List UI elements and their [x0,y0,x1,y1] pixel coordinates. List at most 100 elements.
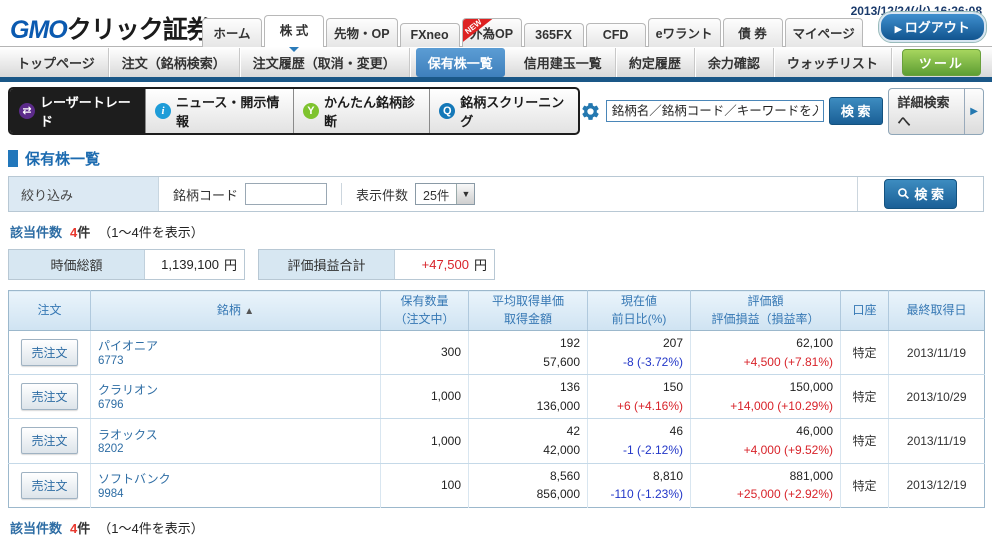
sell-order-button[interactable]: 売注文 [21,472,77,499]
magnifier-icon: Q [439,103,455,119]
page-title: 保有株一覧 [8,148,984,169]
stock-name-link[interactable]: クラリオン [98,382,373,399]
filter-label: 絞り込み [9,177,159,211]
account-type: 特定 [841,463,889,507]
header-valuation: 評価額評価損益（損益率） [691,291,841,331]
tab-fxneo[interactable]: FXneo [400,23,460,47]
market-value-box: 時価総額 1,139,100円 [8,249,245,280]
last-acquired-date: 2013/10/29 [889,375,985,419]
profit-loss: +4,000 (+9.52%) [698,441,833,460]
valuation: 150,000 [698,378,833,397]
last-acquired-date: 2013/11/19 [889,331,985,375]
tab-cfd[interactable]: CFD [586,23,646,47]
tab-gaitame-op[interactable]: NEW外為OP [462,18,522,47]
logout-button[interactable]: ▶ログアウト [879,12,986,42]
acq-amount: 136,000 [476,397,580,416]
stock-name-link[interactable]: ソフトバンク [98,471,373,488]
header-current: 現在値前日比(%) [588,291,691,331]
total-pl-box: 評価損益合計 +47,500円 [258,249,495,280]
app-header: GMOクリック証券 2013/12/24(火) 16:26:08 ホーム 株 式… [0,0,992,47]
tab-ewarrant[interactable]: eワラント [648,18,721,47]
holding-row: 売注文 クラリオン6796 1,000 136136,000 150+6 (+4… [9,375,985,419]
stock-diagnosis-button[interactable]: Yかんたん銘柄診断 [293,89,429,133]
count-select[interactable]: 25件 ▼ [415,183,475,205]
acq-amount: 57,600 [476,353,580,372]
qty: 1,000 [388,387,461,406]
current-price: 150 [595,378,683,397]
tab-mypage[interactable]: マイページ [785,18,863,47]
avg-price: 42 [476,422,580,441]
subnav-top-page[interactable]: トップページ [4,48,109,77]
code-input[interactable] [245,183,327,205]
advanced-search-button[interactable]: 詳細検索へ ▶ [888,88,984,135]
day-change: -8 (-3.72%) [595,353,683,372]
valuation: 62,100 [698,334,833,353]
result-count-top: 該当件数4件（1～4件を表示） [10,222,982,241]
subnav-executions[interactable]: 約定履歴 [616,48,695,77]
quick-toolbar: ⇄レーザートレード iニュース・開示情報 Yかんたん銘柄診断 Q銘柄スクリーニン… [0,82,992,139]
gear-icon[interactable] [580,101,601,122]
magnifier-icon [897,187,910,200]
symbol-search: 検 索 詳細検索へ ▶ [580,88,984,135]
account-type: 特定 [841,419,889,463]
header-order: 注文 [9,291,91,331]
stock-name-link[interactable]: パイオニア [98,338,373,355]
tab-home[interactable]: ホーム [202,18,262,47]
day-change: +6 (+4.16%) [595,397,683,416]
account-type: 特定 [841,375,889,419]
stock-screening-button[interactable]: Q銘柄スクリーニング [429,89,578,133]
play-icon: ▶ [964,89,983,134]
symbol-search-input[interactable] [606,100,824,122]
summary-row: 時価総額 1,139,100円 評価損益合計 +47,500円 [8,249,984,280]
brand-logo-rest: クリック証券 [67,16,211,44]
holdings-table: 注文 銘柄 ▲ 保有数量（注文中） 平均取得単価取得金額 現在値前日比(%) 評… [8,290,985,508]
profit-loss: +4,500 (+7.81%) [698,353,833,372]
filter-code-group: 銘柄コード [159,177,341,211]
tab-365fx[interactable]: 365FX [524,23,584,47]
laser-trade-icon: ⇄ [19,103,35,119]
quick-links: ⇄レーザートレード iニュース・開示情報 Yかんたん銘柄診断 Q銘柄スクリーニン… [8,87,580,135]
sell-order-button[interactable]: 売注文 [21,339,77,366]
subnav-buying-power[interactable]: 余力確認 [695,48,774,77]
subnav-order[interactable]: 注文（銘柄検索） [109,48,240,77]
acq-amount: 42,000 [476,441,580,460]
last-acquired-date: 2013/11/19 [889,419,985,463]
subnav-holdings[interactable]: 保有株一覧 [416,48,505,77]
avg-price: 8,560 [476,467,580,486]
profit-loss: +25,000 (+2.92%) [698,485,833,504]
holding-row: 売注文 ソフトバンク9984 100 8,560856,000 8,810-11… [9,463,985,507]
subnav-watchlist[interactable]: ウォッチリスト [774,48,892,77]
valuation: 881,000 [698,467,833,486]
qty: 300 [388,343,461,362]
tab-futures-op[interactable]: 先物・OP [326,18,398,47]
laser-trade-button[interactable]: ⇄レーザートレード [10,89,145,133]
tools-button[interactable]: ツール [902,49,981,76]
last-acquired-date: 2013/12/19 [889,463,985,507]
filter-search-button[interactable]: 検 索 [884,179,957,209]
account-type: 特定 [841,331,889,375]
header-date: 最終取得日 [889,291,985,331]
tab-bonds[interactable]: 債 券 [723,18,783,47]
tab-stock[interactable]: 株 式 [264,15,324,47]
stock-name-link[interactable]: ラオックス [98,427,373,444]
main-tabs: ホーム 株 式 先物・OP FXneo NEW外為OP 365FX CFD eワ… [202,12,986,47]
qty: 1,000 [388,432,461,451]
sell-order-button[interactable]: 売注文 [21,383,77,410]
qty: 100 [388,476,461,495]
header-avg-price: 平均取得単価取得金額 [469,291,588,331]
subnav-margin-positions[interactable]: 信用建玉一覧 [511,48,616,77]
filter-bar: 絞り込み 銘柄コード 表示件数 25件 ▼ 検 索 [8,176,984,212]
stock-code: 8202 [98,443,373,455]
news-disclosure-button[interactable]: iニュース・開示情報 [145,89,293,133]
avg-price: 136 [476,378,580,397]
sell-order-button[interactable]: 売注文 [21,427,77,454]
count-label: 表示件数 [356,185,408,204]
symbol-search-button[interactable]: 検 索 [829,97,883,125]
header-name[interactable]: 銘柄 ▲ [91,291,381,331]
play-icon: ▶ [895,24,902,34]
market-value: 1,139,100 [161,257,219,272]
brand-logo[interactable]: GMOクリック証券 [10,10,211,46]
table-header-row: 注文 銘柄 ▲ 保有数量（注文中） 平均取得単価取得金額 現在値前日比(%) 評… [9,291,985,331]
subnav-order-history[interactable]: 注文履歴（取消・変更） [240,48,410,77]
header-qty: 保有数量（注文中） [381,291,469,331]
